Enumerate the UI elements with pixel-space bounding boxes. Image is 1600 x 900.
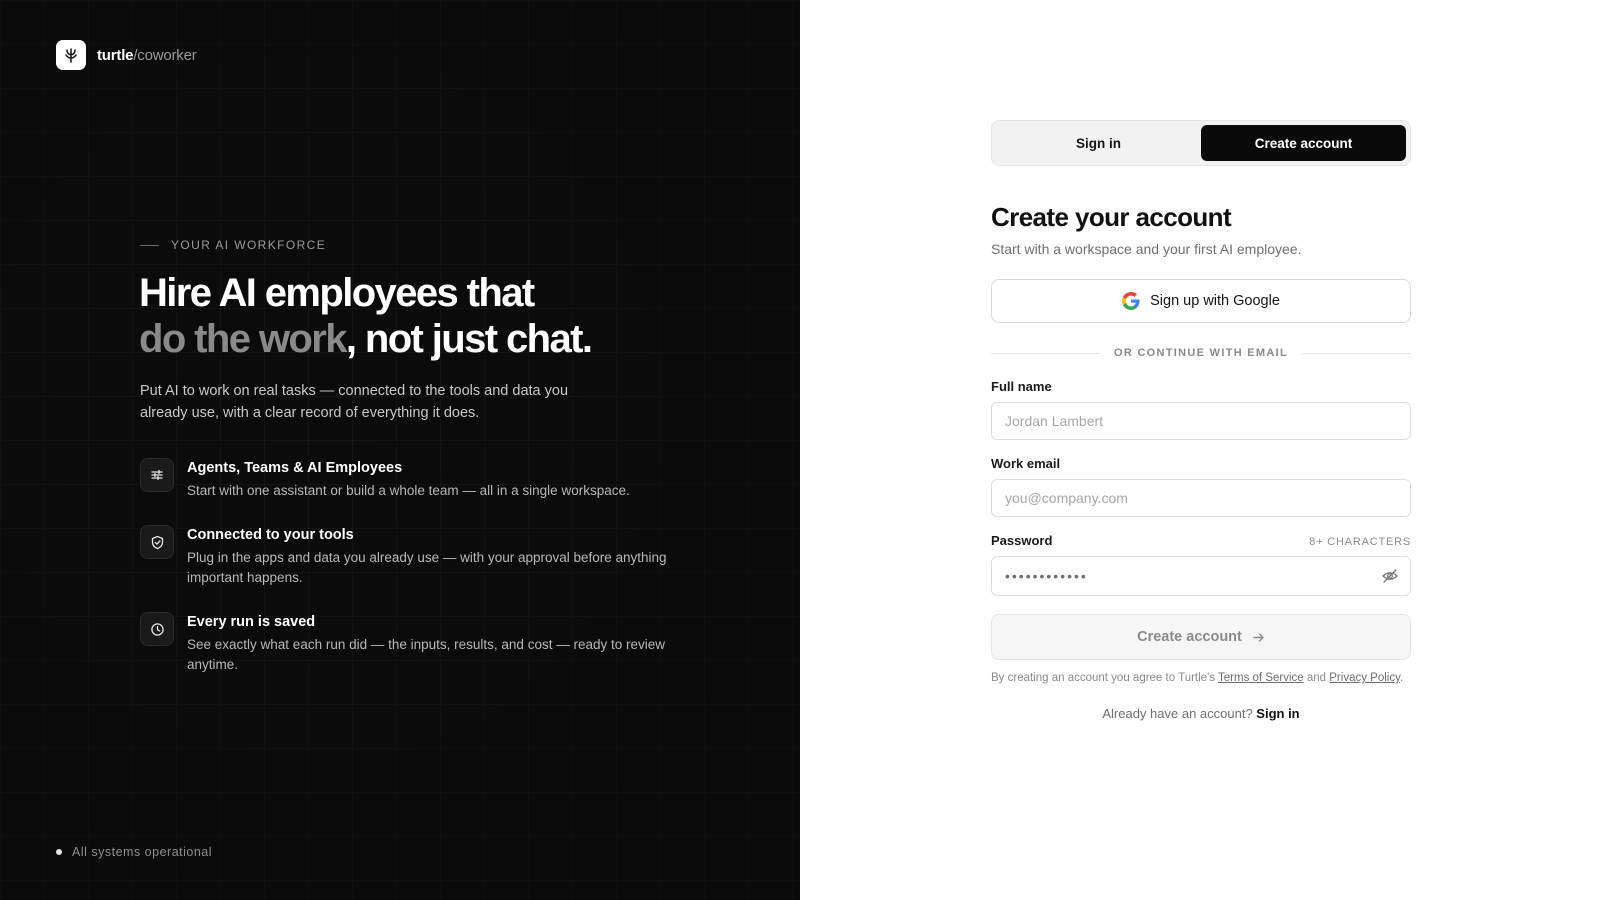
form-subtitle: Start with a workspace and your first AI…	[991, 241, 1302, 257]
privacy-link[interactable]: Privacy Policy	[1329, 672, 1400, 684]
feature-text: Agents, Teams & AI Employees Start with …	[187, 458, 667, 501]
divider-line	[991, 352, 1100, 354]
clock-icon	[140, 612, 174, 646]
fullname-label: Full name	[991, 379, 1052, 394]
divider-text: OR CONTINUE WITH EMAIL	[1113, 347, 1289, 359]
legal-and: and	[1306, 672, 1327, 684]
arrow-right-icon	[1253, 632, 1264, 642]
legal-end: .	[1399, 672, 1404, 684]
email-input[interactable]	[991, 479, 1411, 517]
hero-headline: Hire AI employees that do the work, not …	[139, 270, 593, 362]
password-input[interactable]	[991, 556, 1411, 596]
password-hint: 8+ CHARACTERS	[1309, 536, 1411, 548]
feature-desc: See exactly what each run did — the inpu…	[187, 637, 665, 672]
eye-off-icon[interactable]	[1381, 567, 1399, 585]
system-status: All systems operational	[56, 845, 212, 859]
password-label: Password	[991, 533, 1053, 548]
feature-title: Every run is saved	[187, 614, 316, 630]
auth-panel: Sign in Create account Create your accou…	[800, 0, 1600, 900]
brand[interactable]: turtle/coworker	[56, 40, 197, 70]
email-label: Work email	[991, 456, 1061, 471]
feature-item: Connected to your tools Plug in the apps…	[140, 525, 667, 588]
signin-prompt: Already have an account? Sign in	[991, 706, 1411, 721]
google-icon	[1122, 292, 1140, 310]
feature-desc: Plug in the apps and data you already us…	[187, 550, 667, 585]
headline-line1: Hire AI employees that	[139, 271, 535, 315]
shield-check-icon	[140, 525, 174, 559]
tab-sign-in[interactable]: Sign in	[996, 125, 1201, 161]
submit-label: Create account	[1137, 629, 1242, 645]
eyebrow-line	[140, 244, 159, 246]
status-dot-icon	[56, 849, 62, 855]
signin-link[interactable]: Sign in	[1256, 706, 1299, 721]
legal-text: By creating an account you agree to Turt…	[991, 672, 1411, 684]
signin-prompt-text: Already have an account?	[1102, 706, 1253, 721]
divider-line	[1302, 352, 1412, 354]
auth-tabs: Sign in Create account	[991, 120, 1411, 166]
email-divider: OR CONTINUE WITH EMAIL	[991, 347, 1412, 359]
turtle-logo-icon	[56, 40, 86, 70]
feature-text: Every run is saved See exactly what each…	[187, 612, 667, 675]
fullname-field: Full name	[991, 379, 1411, 440]
headline-muted: do the work	[139, 317, 347, 361]
terms-link[interactable]: Terms of Service	[1218, 672, 1304, 684]
google-signup-button[interactable]: Sign up with Google	[991, 279, 1411, 323]
tab-create-account[interactable]: Create account	[1201, 125, 1406, 161]
feature-title: Agents, Teams & AI Employees	[187, 460, 403, 476]
email-field: Work email	[991, 456, 1411, 517]
feature-item: Every run is saved See exactly what each…	[140, 612, 667, 675]
create-account-button[interactable]: Create account	[991, 614, 1411, 660]
sliders-icon	[140, 458, 174, 492]
feature-text: Connected to your tools Plug in the apps…	[187, 525, 667, 588]
signup-form: Sign in Create account Create your accou…	[991, 120, 1412, 721]
eyebrow: YOUR AI WORKFORCE	[140, 238, 326, 252]
legal-prefix: By creating an account you agree to Turt…	[991, 672, 1216, 684]
feature-item: Agents, Teams & AI Employees Start with …	[140, 458, 667, 501]
feature-title: Connected to your tools	[187, 527, 354, 543]
headline-rest: , not just chat.	[345, 317, 593, 361]
eyebrow-text: YOUR AI WORKFORCE	[171, 238, 327, 252]
status-text: All systems operational	[72, 845, 213, 859]
form-title: Create your account	[991, 202, 1232, 232]
feature-desc: Start with one assistant or build a whol…	[187, 483, 630, 498]
google-button-label: Sign up with Google	[1150, 293, 1280, 309]
hero-intro: Put AI to work on real tasks — connected…	[140, 383, 569, 421]
marketing-panel: turtle/coworker YOUR AI WORKFORCE Hire A…	[0, 0, 800, 900]
brand-name: turtle/coworker	[97, 46, 197, 64]
fullname-input[interactable]	[991, 402, 1411, 440]
password-field: Password 8+ CHARACTERS	[991, 533, 1411, 596]
